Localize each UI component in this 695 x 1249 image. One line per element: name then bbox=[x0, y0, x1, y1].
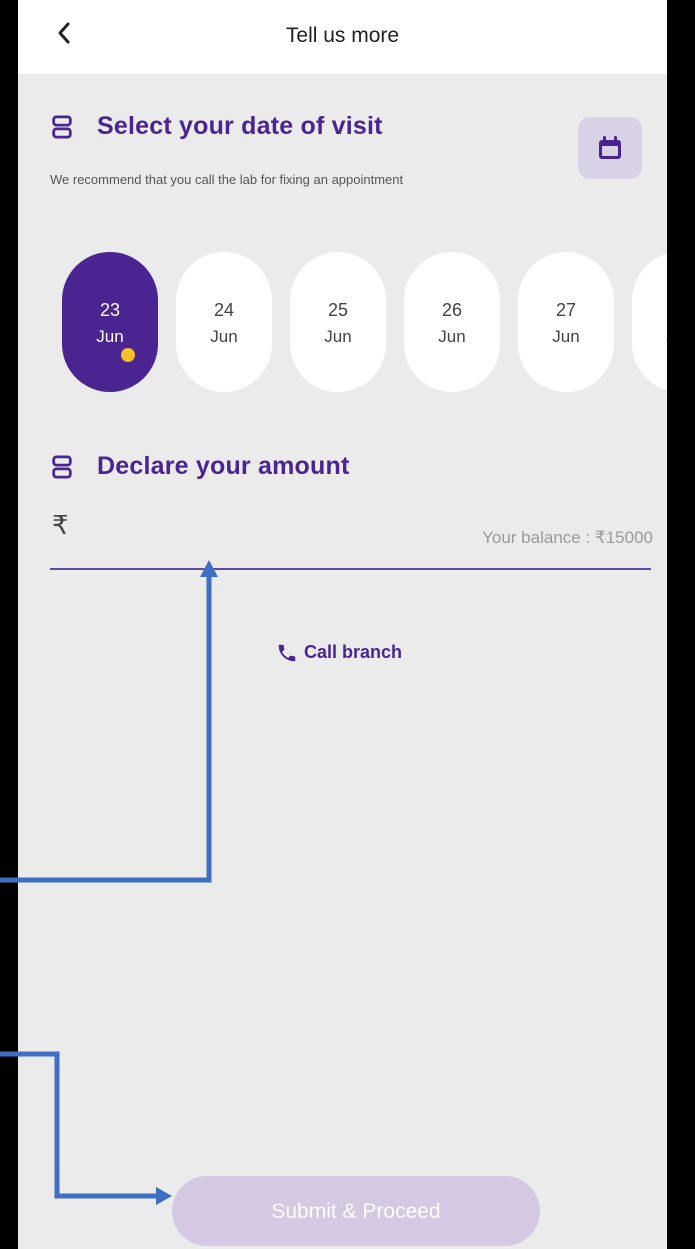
amount-input-underline bbox=[50, 568, 651, 570]
section-title-date: Select your date of visit bbox=[97, 112, 383, 140]
app-screen: Tell us more Select your date of visit W… bbox=[18, 0, 667, 1249]
date-month: Jun bbox=[96, 327, 124, 346]
date-strip: 23 Jun 24 Jun 25 Jun 26 Jun 27 Jun 28 Ju… bbox=[18, 252, 667, 392]
date-day: 26 bbox=[441, 300, 463, 320]
date-day: 25 bbox=[327, 300, 349, 320]
date-option-23[interactable]: 23 Jun bbox=[62, 252, 158, 392]
date-day: 28 bbox=[632, 300, 667, 321]
list-icon bbox=[52, 115, 72, 139]
date-day: 23 bbox=[99, 300, 121, 320]
date-option-25[interactable]: 25 Jun bbox=[290, 252, 386, 392]
rupee-symbol: ₹ bbox=[52, 510, 69, 540]
date-month: Jun bbox=[552, 327, 580, 346]
submit-proceed-button[interactable]: Submit & Proceed bbox=[172, 1176, 540, 1246]
page-title: Tell us more bbox=[285, 24, 400, 47]
phone-icon bbox=[278, 644, 296, 662]
date-option-28[interactable]: 28 Jun bbox=[632, 252, 667, 392]
list-icon bbox=[52, 455, 72, 479]
balance-text: Your balance : ₹15000 bbox=[482, 528, 653, 547]
calendar-icon bbox=[599, 136, 621, 159]
date-option-24[interactable]: 24 Jun bbox=[176, 252, 272, 392]
date-month: Jun bbox=[632, 327, 667, 347]
section-title-amount: Declare your amount bbox=[97, 452, 350, 480]
calendar-button[interactable] bbox=[578, 117, 642, 179]
date-day: 24 bbox=[213, 300, 235, 320]
visit-subtitle: We recommend that you call the lab for f… bbox=[50, 172, 404, 187]
amount-input[interactable] bbox=[78, 508, 412, 550]
selected-date-dot bbox=[121, 348, 135, 362]
date-month: Jun bbox=[210, 327, 238, 346]
date-day: 27 bbox=[555, 300, 577, 320]
date-option-27[interactable]: 27 Jun bbox=[518, 252, 614, 392]
date-option-26[interactable]: 26 Jun bbox=[404, 252, 500, 392]
call-branch-label: Call branch bbox=[304, 642, 403, 662]
date-month: Jun bbox=[438, 327, 466, 346]
top-bar: Tell us more bbox=[18, 0, 667, 74]
date-month: Jun bbox=[324, 327, 352, 346]
